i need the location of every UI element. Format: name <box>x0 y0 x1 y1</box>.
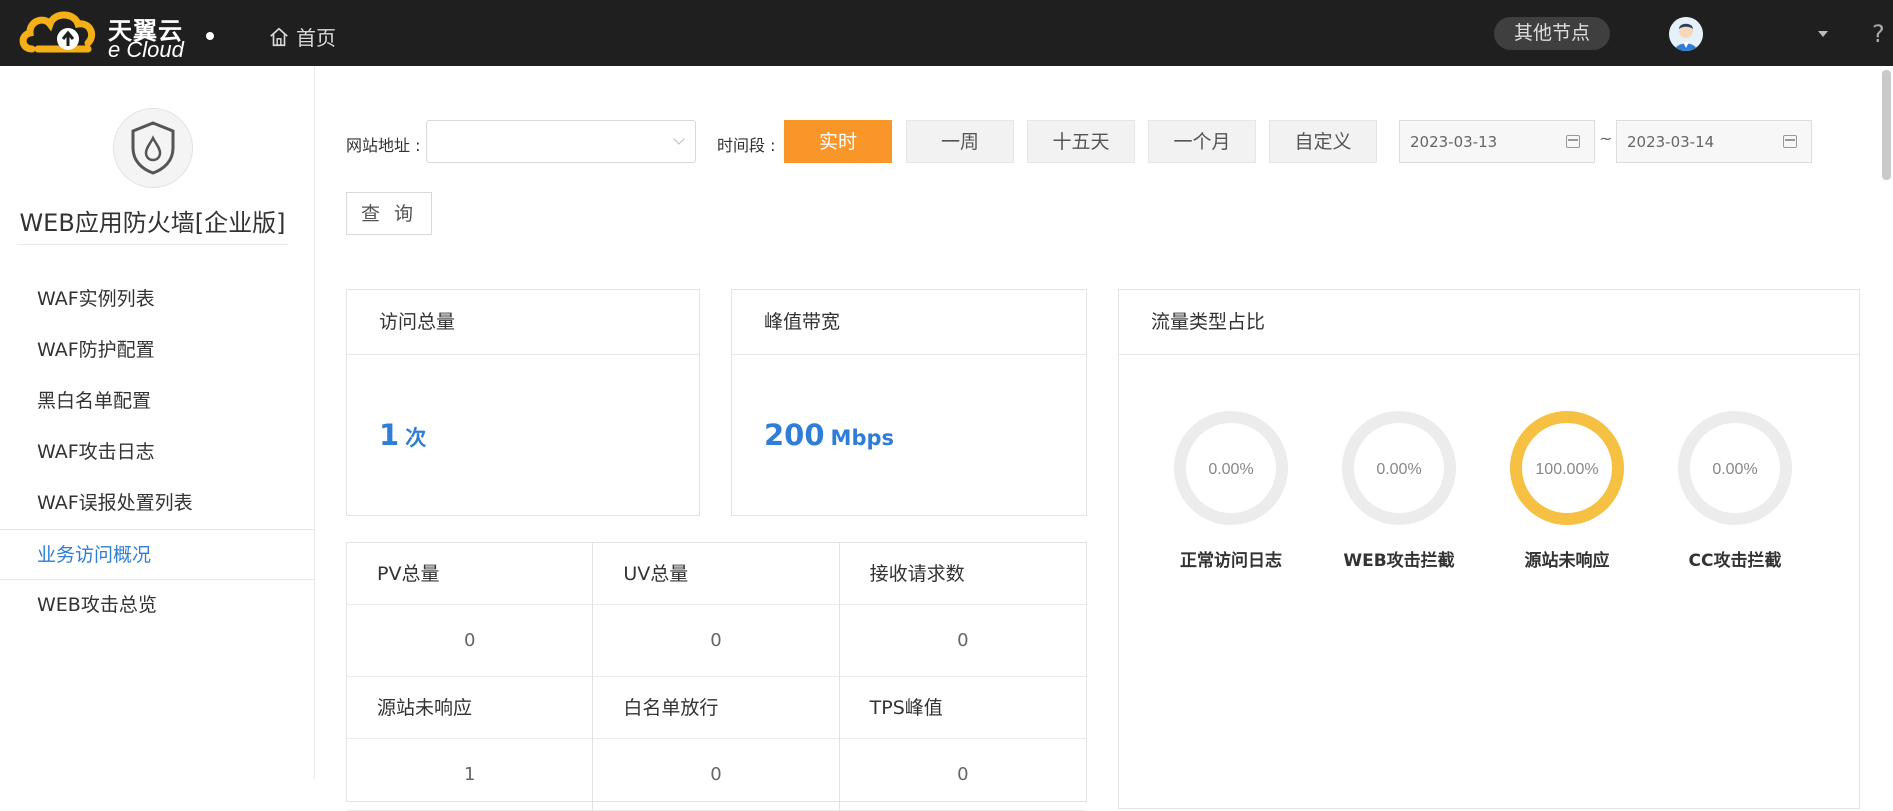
visits-number: 1 <box>379 418 400 452</box>
site-select[interactable] <box>426 120 696 163</box>
calendar-icon <box>1783 135 1797 148</box>
shield-icon <box>131 121 175 175</box>
help-icon[interactable]: ? <box>1872 20 1885 48</box>
bandwidth-card: 峰值带宽 200 Mbps <box>731 289 1087 516</box>
date-separator: ~ <box>1599 129 1613 148</box>
donut-percent: 0.00% <box>1376 461 1421 478</box>
period-realtime-button[interactable]: 实时 <box>784 120 892 163</box>
donut-percent: 0.00% <box>1208 461 1253 478</box>
stats-grid-row: PV总量 0 UV总量 0 接收请求数 0 <box>347 543 1086 677</box>
stat-value: 0 <box>593 605 839 677</box>
period-15days-button[interactable]: 十五天 <box>1027 120 1135 163</box>
period-week-button[interactable]: 一周 <box>906 120 1014 163</box>
donut-percent: 100.00% <box>1535 461 1598 478</box>
stat-title: PV总量 <box>347 543 593 605</box>
visits-card: 访问总量 1次 <box>346 289 700 516</box>
stat-title: TPS峰值 <box>839 677 1086 739</box>
cloud-logo-icon <box>19 11 96 53</box>
donut-cc-attack-block: 0.00% CC攻击拦截 <box>1651 410 1819 571</box>
logo[interactable]: 天翼云 e Cloud <box>18 5 198 62</box>
sidebar-item-waf-false-positive[interactable]: WAF误报处置列表 <box>0 478 315 529</box>
period-label: 时间段 : <box>717 136 776 155</box>
separator-dot <box>206 32 214 40</box>
stat-cell-uv: UV总量 0 <box>593 543 840 677</box>
sidebar-item-waf-attack-log[interactable]: WAF攻击日志 <box>0 427 315 478</box>
start-date-value: 2023-03-13 <box>1410 133 1498 151</box>
stat-cell-whitelist-pass: 白名单放行 0 <box>593 677 840 811</box>
home-label: 首页 <box>296 26 336 50</box>
donut-chart: 0.00% <box>1174 411 1288 525</box>
stats-grid: PV总量 0 UV总量 0 接收请求数 0 源站未响应 1 白名单放行 0 TP <box>346 542 1087 811</box>
other-nodes-button[interactable]: 其他节点 <box>1494 17 1610 50</box>
query-button[interactable]: 查 询 <box>346 192 432 235</box>
sidebar: WEB应用防火墙[企业版] WAF实例列表 WAF防护配置 黑白名单配置 WAF… <box>0 66 315 779</box>
logo-text-en: e Cloud <box>108 37 184 62</box>
donut-chart: 100.00% <box>1510 411 1624 525</box>
stats-grid-row: 源站未响应 1 白名单放行 0 TPS峰值 0 <box>347 677 1086 811</box>
donut-label: CC攻击拦截 <box>1688 551 1782 571</box>
stat-title: 接收请求数 <box>839 543 1086 605</box>
donut-label: WEB攻击拦截 <box>1343 551 1455 571</box>
visits-unit: 次 <box>405 426 427 450</box>
donut-web-attack-block: 0.00% WEB攻击拦截 <box>1315 410 1483 571</box>
stat-title: UV总量 <box>593 543 839 605</box>
bandwidth-card-title: 峰值带宽 <box>732 290 1086 355</box>
stat-value: 0 <box>839 739 1086 811</box>
home-link[interactable]: 首页 <box>268 22 336 51</box>
main-content: 网站地址 : 时间段 : 实时 一周 十五天 一个月 自定义 2023-03-1… <box>316 66 1876 811</box>
stat-title: 源站未响应 <box>347 677 593 739</box>
stat-title: 白名单放行 <box>593 677 839 739</box>
donut-label: 源站未响应 <box>1524 551 1610 571</box>
stat-cell-tps-peak: TPS峰值 0 <box>839 677 1086 811</box>
calendar-icon <box>1566 135 1580 148</box>
user-avatar-icon <box>1669 17 1703 51</box>
stat-cell-requests: 接收请求数 0 <box>839 543 1086 677</box>
stat-cell-pv: PV总量 0 <box>347 543 594 677</box>
user-menu-caret-icon[interactable] <box>1818 31 1828 37</box>
bandwidth-number: 200 <box>764 418 825 452</box>
stat-value: 0 <box>347 605 593 677</box>
donut-chart: 0.00% <box>1342 411 1456 525</box>
stat-value: 0 <box>839 605 1086 677</box>
chevron-down-icon <box>673 133 685 145</box>
bandwidth-value: 200 Mbps <box>764 418 894 452</box>
top-bar: 天翼云 e Cloud 首页 其他节点 ? <box>0 0 1893 66</box>
sidebar-item-waf-protection-config[interactable]: WAF防护配置 <box>0 325 315 376</box>
traffic-card-title: 流量类型占比 <box>1119 290 1859 355</box>
sidebar-menu: WAF实例列表 WAF防护配置 黑白名单配置 WAF攻击日志 WAF误报处置列表… <box>0 274 315 631</box>
visits-card-title: 访问总量 <box>347 290 699 355</box>
product-logo <box>113 108 193 188</box>
donut-label: 正常访问日志 <box>1180 551 1282 571</box>
stat-value: 1 <box>347 739 593 811</box>
start-date-input[interactable]: 2023-03-13 <box>1399 120 1595 163</box>
sidebar-divider <box>18 244 288 245</box>
donut-origin-no-response: 100.00% 源站未响应 <box>1483 410 1651 571</box>
period-custom-button[interactable]: 自定义 <box>1269 120 1377 163</box>
sidebar-item-web-attack-overview[interactable]: WEB攻击总览 <box>0 580 315 631</box>
sidebar-item-waf-instances[interactable]: WAF实例列表 <box>0 274 315 325</box>
stat-value: 0 <box>593 739 839 811</box>
home-icon <box>270 27 288 46</box>
user-avatar[interactable] <box>1669 17 1703 51</box>
end-date-value: 2023-03-14 <box>1627 133 1715 151</box>
stat-cell-origin-no-response: 源站未响应 1 <box>347 677 594 811</box>
site-label: 网站地址 : <box>346 136 421 155</box>
traffic-type-card: 流量类型占比 0.00% 正常访问日志 0.00% WEB攻击拦截 100.00… <box>1118 289 1860 809</box>
donut-chart: 0.00% <box>1678 411 1792 525</box>
product-title: WEB应用防火墙[企业版] <box>19 209 286 237</box>
sidebar-item-business-overview[interactable]: 业务访问概况 <box>0 529 315 580</box>
end-date-input[interactable]: 2023-03-14 <box>1616 120 1812 163</box>
donut-percent: 0.00% <box>1712 461 1757 478</box>
period-month-button[interactable]: 一个月 <box>1148 120 1256 163</box>
sidebar-item-blacklist-whitelist[interactable]: 黑白名单配置 <box>0 376 315 427</box>
visits-value: 1次 <box>379 418 426 452</box>
bandwidth-unit: Mbps <box>830 426 895 450</box>
page-scrollbar[interactable] <box>1882 70 1891 180</box>
donut-normal-access: 0.00% 正常访问日志 <box>1147 410 1315 571</box>
